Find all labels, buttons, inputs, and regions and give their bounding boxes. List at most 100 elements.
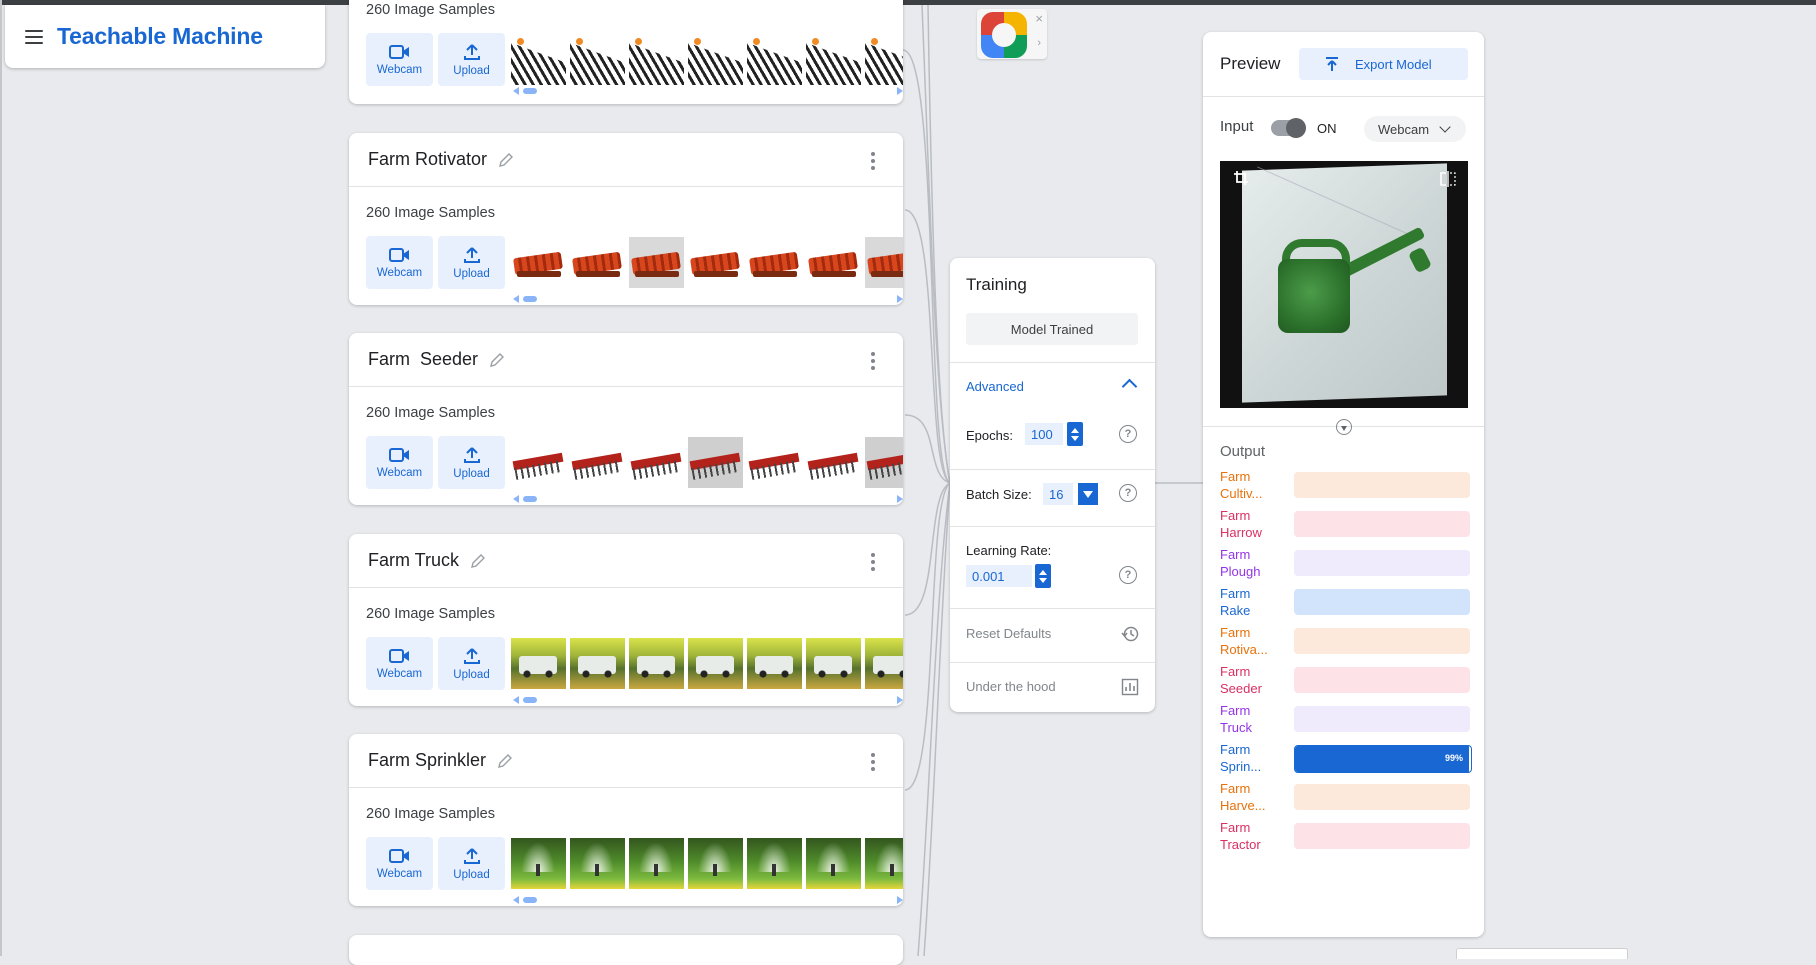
webcam-button[interactable]: Webcam (366, 33, 433, 86)
webcam-button[interactable]: Webcam (366, 637, 433, 690)
sample-thumbnail[interactable] (865, 237, 903, 288)
epochs-input[interactable]: 100 (1025, 423, 1063, 445)
sample-thumbnail[interactable] (806, 638, 861, 689)
confidence-bar (1294, 667, 1470, 693)
sample-thumbnail[interactable] (629, 838, 684, 889)
under-the-hood-button[interactable]: Under the hood (966, 679, 1056, 694)
crop-icon[interactable] (1234, 171, 1248, 185)
thumbnail-scrollbar[interactable] (513, 87, 903, 95)
sample-thumbnail[interactable] (629, 638, 684, 689)
learning-rate-stepper[interactable] (1035, 564, 1051, 588)
sample-thumbnail[interactable] (806, 838, 861, 889)
sample-thumbnail[interactable] (688, 437, 743, 488)
sample-thumbnail[interactable] (570, 638, 625, 689)
menu-icon[interactable] (25, 29, 43, 44)
edit-icon[interactable] (488, 351, 506, 369)
more-options-icon[interactable] (871, 753, 875, 771)
upload-button[interactable]: Upload (438, 236, 505, 289)
class-name[interactable]: Farm Truck (368, 550, 459, 571)
edit-icon[interactable] (497, 151, 515, 169)
export-model-button[interactable]: Export Model (1299, 48, 1468, 80)
sample-thumbnail[interactable] (865, 638, 903, 689)
class-name[interactable]: Farm Seeder (368, 349, 478, 370)
webcam-button[interactable]: Webcam (366, 236, 433, 289)
chevron-up-icon[interactable] (1121, 378, 1138, 395)
sample-thumbnail[interactable] (570, 437, 625, 488)
upload-button[interactable]: Upload (438, 637, 505, 690)
learning-rate-input[interactable]: 0.001 (966, 565, 1032, 587)
train-model-button[interactable]: Model Trained (966, 313, 1138, 345)
sample-thumbnail[interactable] (747, 237, 802, 288)
thumbnail-scrollbar[interactable] (513, 495, 903, 503)
sample-thumbnail[interactable] (747, 638, 802, 689)
more-options-icon[interactable] (871, 152, 875, 170)
sample-thumbnails[interactable] (511, 237, 903, 288)
bar-chart-icon[interactable] (1121, 678, 1139, 696)
sample-thumbnail[interactable] (865, 34, 903, 85)
sample-thumbnail[interactable] (511, 437, 566, 488)
sample-thumbnail[interactable] (629, 237, 684, 288)
help-icon[interactable]: ? (1119, 484, 1137, 502)
webcam-button[interactable]: Webcam (366, 837, 433, 890)
chevron-right-icon[interactable]: › (1037, 37, 1041, 49)
sample-thumbnails[interactable] (511, 437, 903, 488)
sample-thumbnails[interactable] (511, 638, 903, 689)
thumbnail-scrollbar[interactable] (513, 896, 903, 904)
flip-icon[interactable] (1440, 171, 1456, 187)
class-name[interactable]: Farm Rotivator (368, 149, 487, 170)
sample-thumbnail[interactable] (688, 638, 743, 689)
sample-thumbnail[interactable] (747, 838, 802, 889)
upload-button[interactable]: Upload (438, 33, 505, 86)
dropdown-icon[interactable] (1078, 483, 1098, 505)
sample-thumbnail[interactable] (806, 34, 861, 85)
history-icon[interactable] (1121, 625, 1139, 643)
app-title[interactable]: Teachable Machine (57, 23, 263, 50)
sample-thumbnail[interactable] (806, 437, 861, 488)
sample-thumbnail[interactable] (511, 34, 566, 85)
sample-thumbnail[interactable] (688, 34, 743, 85)
sample-count: 260 Image Samples (366, 2, 495, 18)
learning-rate-label: Learning Rate: (966, 543, 1052, 558)
epochs-stepper[interactable] (1067, 422, 1083, 446)
webcam-button[interactable]: Webcam (366, 436, 433, 489)
edit-icon[interactable] (469, 552, 487, 570)
batch-size-select[interactable]: 16 (1043, 483, 1073, 505)
sample-thumbnails[interactable] (511, 838, 903, 889)
more-options-icon[interactable] (871, 553, 875, 571)
sample-thumbnail[interactable] (511, 838, 566, 889)
advanced-toggle[interactable]: Advanced (966, 379, 1024, 394)
upload-button[interactable]: Upload (438, 436, 505, 489)
sample-thumbnail[interactable] (570, 838, 625, 889)
upload-button[interactable]: Upload (438, 837, 505, 890)
reset-defaults-button[interactable]: Reset Defaults (966, 626, 1051, 641)
input-source-select[interactable]: Webcam (1364, 116, 1466, 142)
sample-thumbnail[interactable] (865, 437, 903, 488)
edit-icon[interactable] (496, 752, 514, 770)
close-icon[interactable]: × (1035, 11, 1043, 26)
divider (950, 362, 1155, 363)
output-class-name: Farm Truck (1220, 703, 1253, 735)
thumbnail-scrollbar[interactable] (513, 696, 903, 704)
sample-thumbnail[interactable] (570, 34, 625, 85)
sample-thumbnail[interactable] (747, 437, 802, 488)
sample-thumbnail[interactable] (629, 34, 684, 85)
upload-label: Upload (453, 64, 490, 77)
thumbnail-scrollbar[interactable] (513, 295, 903, 303)
sample-thumbnails[interactable] (511, 34, 903, 85)
class-name[interactable]: Farm Sprinkler (368, 750, 486, 771)
input-toggle[interactable] (1271, 118, 1306, 138)
extension-logo-icon[interactable] (981, 12, 1027, 58)
sample-thumbnail[interactable] (688, 237, 743, 288)
sample-thumbnail[interactable] (688, 838, 743, 889)
more-options-icon[interactable] (871, 352, 875, 370)
output-row: Farm Tractor (1220, 819, 1470, 859)
help-icon[interactable]: ? (1119, 425, 1137, 443)
sample-thumbnail[interactable] (511, 237, 566, 288)
sample-thumbnail[interactable] (806, 237, 861, 288)
sample-thumbnail[interactable] (570, 237, 625, 288)
help-icon[interactable]: ? (1119, 566, 1137, 584)
sample-thumbnail[interactable] (747, 34, 802, 85)
sample-thumbnail[interactable] (865, 838, 903, 889)
sample-thumbnail[interactable] (511, 638, 566, 689)
sample-thumbnail[interactable] (629, 437, 684, 488)
